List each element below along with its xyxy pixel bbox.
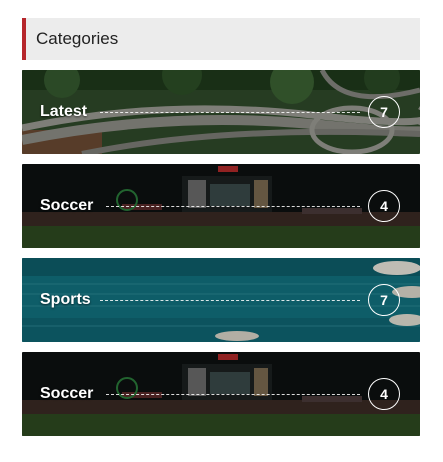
widget-header: Categories — [22, 18, 420, 60]
category-label: Soccer — [40, 197, 94, 214]
widget-title: Categories — [36, 29, 119, 48]
category-label: Latest — [40, 103, 88, 120]
category-label: Soccer — [40, 385, 94, 402]
category-count-badge: 7 — [368, 284, 400, 316]
category-label: Sports — [40, 291, 91, 308]
dashed-separator — [100, 112, 360, 113]
category-item-soccer[interactable]: Soccer 4 — [22, 164, 420, 248]
category-item-soccer[interactable]: Soccer 4 — [22, 352, 420, 436]
dashed-separator — [100, 300, 360, 301]
category-count-badge: 4 — [368, 190, 400, 222]
dashed-separator — [106, 394, 360, 395]
dashed-separator — [106, 206, 360, 207]
category-item-sports[interactable]: Sports 7 — [22, 258, 420, 342]
category-item-latest[interactable]: Latest 7 — [22, 70, 420, 154]
category-count-badge: 4 — [368, 378, 400, 410]
category-count-badge: 7 — [368, 96, 400, 128]
categories-widget: Categories Latest 7 Soccer 4 Sports 7 So… — [22, 18, 420, 436]
